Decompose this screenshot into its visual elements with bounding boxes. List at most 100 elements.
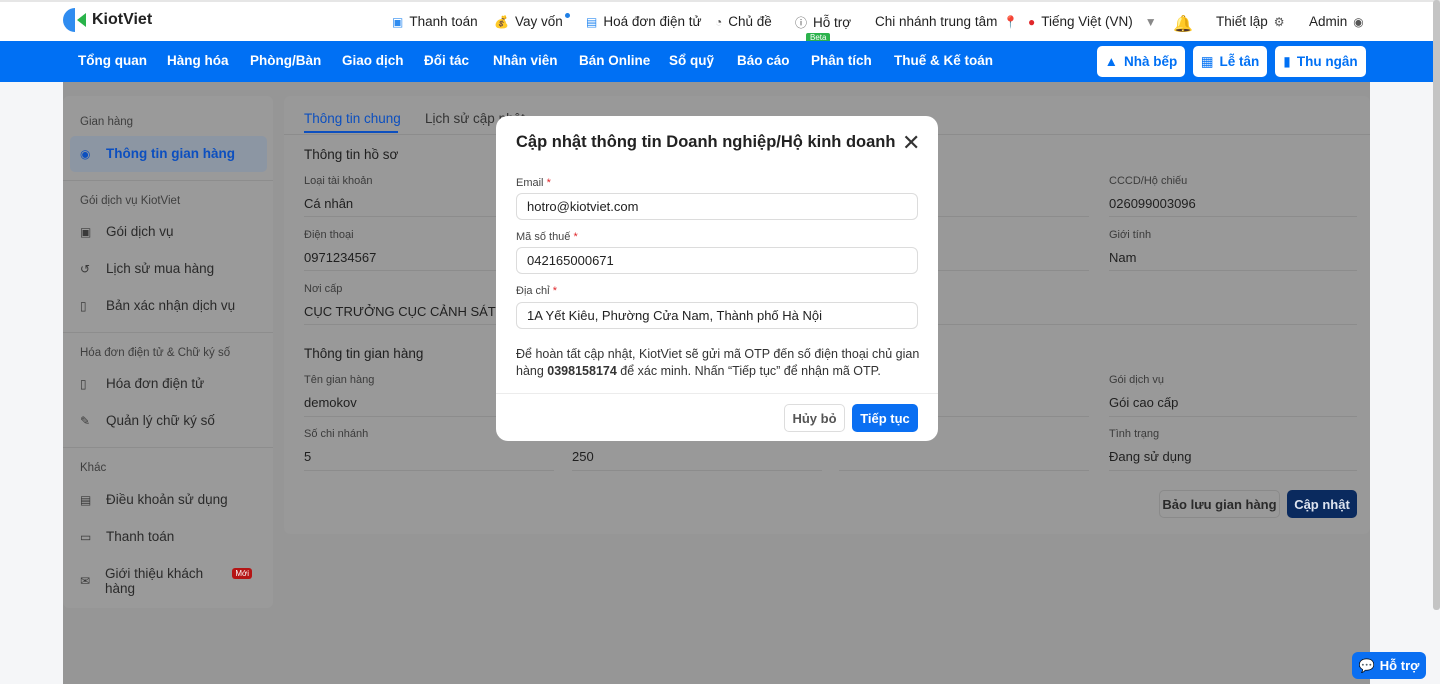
sidebar-heading: Gian hàng (80, 116, 134, 128)
einvoice-link[interactable]: ▤ Hoá đơn điện tử (586, 14, 702, 29)
loan-link[interactable]: 💰 Vay vốn (494, 14, 563, 29)
email-input[interactable] (516, 193, 918, 220)
kitchen-bell-icon: ▲ (1104, 54, 1119, 69)
required-mark: * (546, 177, 551, 189)
phone-value: 0971234567 (304, 250, 377, 265)
status-value: Đang sử dụng (1109, 449, 1192, 464)
sidebar-item-service[interactable]: ▣ Gói dịch vụ (80, 224, 260, 239)
email-label: Email * (516, 177, 551, 189)
phone-label: Điện thoại (304, 229, 354, 241)
brand-name: KiotViet (92, 11, 153, 28)
nav-online[interactable]: Bán Online (579, 53, 650, 68)
loan-label: Vay vốn (514, 14, 563, 29)
id-label: CCCD/Hộ chiếu (1109, 175, 1188, 187)
help-label: Hỗ trợ (1379, 658, 1420, 673)
help-widget-button[interactable]: 💬 Hỗ trợ (1352, 652, 1426, 679)
sidebar-item-confirm[interactable]: ▯ Bản xác nhận dịch vụ (80, 298, 260, 313)
palette-icon: ◔ (715, 14, 723, 29)
nav-products[interactable]: Hàng hóa (167, 53, 229, 68)
cashier-icon: ▮ (1283, 53, 1291, 69)
account-type-label: Loại tài khoản (304, 175, 373, 187)
location-pin-icon: 📍 (1003, 14, 1019, 29)
invoice-icon: ▤ (586, 14, 598, 29)
branches-value: 5 (304, 449, 312, 464)
address-label-text: Địa chỉ (516, 285, 550, 297)
plan-label: Gói dịch vụ (1109, 374, 1165, 386)
scrollbar[interactable] (1433, 0, 1440, 610)
sidebar-item-payment[interactable]: ▭ Thanh toán (80, 529, 260, 544)
owner-phone: 0398158174 (547, 364, 617, 378)
divider (1109, 270, 1357, 271)
sidebar-item-signature[interactable]: ✎ Quản lý chữ ký số (80, 413, 260, 428)
email-label-text: Email (516, 177, 544, 189)
bell-icon[interactable]: 🔔 (1173, 14, 1193, 34)
divider (1109, 470, 1357, 471)
update-button[interactable]: Cập nhật (1287, 490, 1357, 518)
reception-button[interactable]: ▦ Lễ tân (1193, 46, 1267, 77)
tax-label: Mã số thuế * (516, 231, 578, 243)
branch-selector[interactable]: Chi nhánh trung tâm 📍 (875, 14, 1018, 29)
required-mark: * (573, 231, 578, 243)
theme-link[interactable]: ◔ Chủ đề (715, 14, 772, 29)
cancel-button[interactable]: Hủy bỏ (784, 404, 845, 432)
language-selector[interactable]: ● Tiếng Việt (VN) ▼ (1028, 14, 1157, 29)
store-name-value: demokov (304, 395, 357, 410)
continue-button[interactable]: Tiếp tục (852, 404, 918, 432)
archive-store-button[interactable]: Bảo lưu gian hàng (1159, 490, 1280, 518)
sidebar-item-label: Gói dịch vụ (106, 224, 174, 239)
cashier-button[interactable]: ▮ Thu ngân (1275, 46, 1366, 77)
support-label: Hỗ trợ (813, 15, 852, 30)
sidebar-item-label: Giới thiệu khách hàng (105, 566, 204, 596)
notification-dot (565, 13, 570, 18)
otp-note: Để hoàn tất cập nhật, KiotViet sẽ gửi mã… (516, 346, 921, 380)
edit-document-icon: ✎ (80, 413, 91, 428)
calendar-icon: ▦ (1200, 53, 1214, 69)
cashier-label: Thu ngân (1296, 54, 1358, 69)
sidebar-item-label: Quản lý chữ ký số (106, 413, 215, 428)
id-value: 026099003096 (1109, 196, 1196, 211)
user-menu[interactable]: Admin ◉ (1309, 14, 1364, 29)
invoice-icon: ▯ (80, 376, 87, 391)
nav-analytics[interactable]: Phân tích (811, 53, 872, 68)
sidebar-item-store-info[interactable]: ◉ Thông tin gian hàng (80, 146, 260, 161)
tax-code-input[interactable] (516, 247, 918, 274)
divider (1109, 416, 1357, 417)
close-icon[interactable]: ✕ (902, 130, 920, 156)
nav-tax[interactable]: Thuế & Kế toán (894, 53, 993, 68)
top-bar: KiotViet ▣ Thanh toán 💰 Vay vốn ▤ Hoá đơn đ… (0, 0, 1440, 43)
address-input[interactable] (516, 302, 918, 329)
nav-reports[interactable]: Báo cáo (737, 53, 790, 68)
sidebar-item-terms[interactable]: ▤ Điều khoản sử dụng (80, 492, 260, 507)
sidebar-item-label: Lịch sử mua hàng (106, 261, 215, 276)
sidebar-item-referral[interactable]: ✉ Giới thiệu khách hàng Mới (80, 566, 260, 596)
store-section-title: Thông tin gian hàng (304, 346, 424, 361)
sidebar-item-einvoice[interactable]: ▯ Hóa đơn điện tử (80, 376, 260, 391)
nav-overview[interactable]: Tổng quan (78, 53, 147, 68)
support-link[interactable]: ⓘ Hỗ trợ (795, 14, 851, 31)
settings-link[interactable]: Thiết lập ⚙ (1216, 14, 1285, 29)
nav-staff[interactable]: Nhân viên (493, 53, 558, 68)
sidebar-heading: Gói dịch vụ KiotViet (80, 195, 181, 207)
payment-link[interactable]: ▣ Thanh toán (392, 14, 478, 29)
sidebar-item-label: Thanh toán (106, 529, 175, 544)
sidebar-item-history[interactable]: ↺ Lịch sử mua hàng (80, 261, 260, 276)
sidebar: Gian hàng ◉ Thông tin gian hàng Gói dịch … (63, 96, 273, 608)
nav-partners[interactable]: Đối tác (424, 53, 469, 68)
kitchen-button[interactable]: ▲ Nhà bếp (1097, 46, 1185, 77)
history-icon: ↺ (80, 261, 91, 276)
nav-transactions[interactable]: Giao dịch (342, 53, 404, 68)
kitchen-label: Nhà bếp (1124, 54, 1178, 69)
kiotviet-logo[interactable]: KiotViet (63, 8, 152, 32)
issued-label: Nơi cấp (304, 283, 343, 295)
divider (496, 393, 938, 394)
sidebar-heading: Hóa đơn điện tử & Chữ ký số (80, 347, 231, 359)
gear-icon: ⚙ (1273, 14, 1285, 29)
sidebar-heading: Khác (80, 462, 107, 474)
chat-icon: ⓘ (795, 16, 808, 30)
gender-value: Nam (1109, 250, 1137, 265)
nav-rooms[interactable]: Phòng/Bàn (250, 53, 321, 68)
tab-general-info[interactable]: Thông tin chung (304, 111, 401, 126)
new-badge: Mới (232, 567, 252, 579)
nav-cashbook[interactable]: Sổ quỹ (669, 53, 714, 68)
sidebar-item-label: Bản xác nhận dịch vụ (106, 298, 236, 313)
